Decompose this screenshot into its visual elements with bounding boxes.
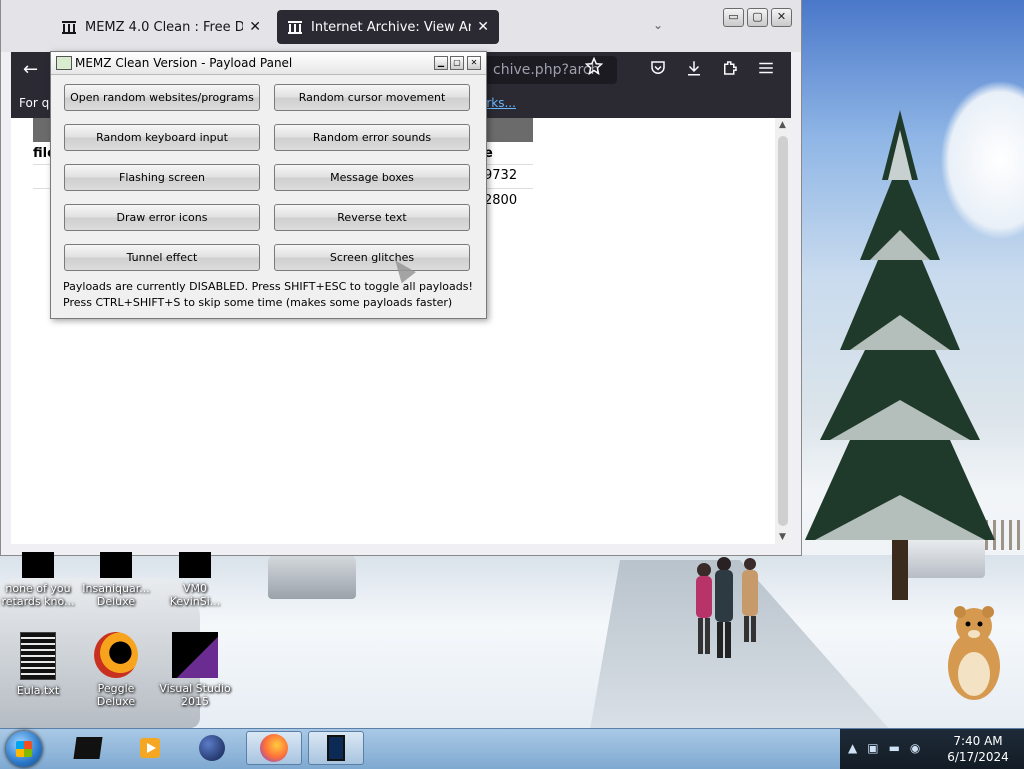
payload-button-error-sounds[interactable]: Random error sounds — [274, 124, 470, 151]
toolbar-icons — [649, 59, 775, 77]
tab-label: MEMZ 4.0 Clean : Free Download — [85, 19, 244, 35]
file-size: 2800 — [484, 193, 518, 208]
clock-date: 6/17/2024 — [947, 750, 1009, 764]
action-center-icon[interactable]: ▣ — [867, 741, 878, 755]
tab-memz-download[interactable]: MEMZ 4.0 Clean : Free Download ✕ — [51, 10, 271, 44]
system-tray: ▲ ▣ ▬ ◉ 7:40 AM 6/17/2024 — [840, 729, 1024, 769]
taskbar-item-globe-app[interactable] — [184, 731, 240, 765]
taskbar-item-media-player[interactable] — [122, 731, 178, 765]
window-title: MEMZ Clean Version - Payload Panel — [75, 56, 293, 70]
desktop-icon-peggle[interactable]: Peggle Deluxe — [78, 632, 154, 708]
payload-button-error-icons[interactable]: Draw error icons — [64, 204, 260, 231]
firefox-icon — [260, 734, 288, 762]
close-icon[interactable]: ✕ — [477, 19, 489, 35]
globe-icon — [199, 735, 225, 761]
payload-button-cursor-movement[interactable]: Random cursor movement — [274, 84, 470, 111]
desktop-icon-visual-studio[interactable]: Visual Studio 2015 — [157, 632, 233, 708]
chevron-down-icon[interactable]: ⌄ — [653, 18, 663, 32]
payload-button-flashing-screen[interactable]: Flashing screen — [64, 164, 260, 191]
media-player-icon — [140, 738, 160, 758]
extensions-icon[interactable] — [721, 59, 739, 77]
payload-button-tunnel-effect[interactable]: Tunnel effect — [64, 244, 260, 271]
peggle-icon — [94, 632, 138, 678]
file-size: 9732 — [484, 168, 518, 183]
clock-time: 7:40 AM — [953, 734, 1003, 748]
file-icon — [22, 552, 54, 578]
app-icon — [73, 737, 103, 759]
desktop-icon-label: KevinSi... — [169, 595, 221, 608]
show-hidden-icons-arrow-icon[interactable]: ▲ — [848, 741, 857, 755]
back-arrow-icon[interactable]: ← — [23, 59, 38, 80]
app-icon — [56, 56, 72, 70]
close-button[interactable]: ✕ — [467, 56, 481, 70]
desktop-icon-label: retards kno... — [1, 595, 75, 608]
download-icon[interactable] — [685, 59, 703, 77]
payload-button-keyboard-input[interactable]: Random keyboard input — [64, 124, 260, 151]
desktop-icon-label: none of you — [5, 582, 71, 595]
tab-strip: MEMZ 4.0 Clean : Free Download ✕ Interne… — [1, 0, 801, 52]
archive-icon — [288, 21, 302, 34]
desktop-icon-label: Insaniquar... — [82, 582, 150, 595]
taskbar-item-memz[interactable] — [308, 731, 364, 765]
window-controls: ▭ ▢ ✕ — [723, 8, 792, 27]
desktop-icon-label: Deluxe — [96, 595, 136, 608]
scrollbar-thumb[interactable] — [778, 136, 788, 526]
payload-status-note: Payloads are currently DISABLED. Press S… — [63, 280, 473, 293]
payload-button-message-boxes[interactable]: Message boxes — [274, 164, 470, 191]
bookmark-star-icon[interactable] — [585, 57, 603, 75]
volume-icon[interactable]: ◉ — [910, 741, 920, 755]
close-icon[interactable]: ✕ — [249, 19, 261, 35]
maximize-button[interactable]: ▢ — [450, 56, 464, 70]
desktop-icon-label: Peggle Deluxe — [96, 682, 136, 708]
menu-icon[interactable] — [757, 59, 775, 77]
desktop-icon-insaniquarium[interactable]: Insaniquar... Deluxe — [78, 552, 154, 608]
game-icon — [100, 552, 132, 578]
payload-button-open-websites[interactable]: Open random websites/programs — [64, 84, 260, 111]
start-button[interactable] — [6, 731, 42, 767]
system-clock[interactable]: 7:40 AM 6/17/2024 — [944, 733, 1012, 765]
tab-internet-archive[interactable]: Internet Archive: View Archive ✕ — [277, 10, 499, 44]
scroll-up-arrow-icon[interactable]: ▲ — [779, 120, 786, 130]
minimize-button[interactable]: ▁ — [434, 56, 448, 70]
tab-label: Internet Archive: View Archive — [311, 19, 472, 35]
maximize-button[interactable]: ▢ — [747, 8, 768, 27]
pocket-icon[interactable] — [649, 59, 667, 77]
taskbar: ▲ ▣ ▬ ◉ 7:40 AM 6/17/2024 — [0, 728, 1024, 769]
desktop-icon-label: VM0 — [182, 582, 207, 595]
vertical-scrollbar[interactable]: ▲ ▼ — [775, 118, 791, 544]
desktop-icon-label: 2015 — [181, 695, 209, 708]
text-file-icon — [20, 632, 56, 680]
wallpaper-people — [696, 557, 758, 658]
desktop-icon-text-file[interactable]: none of you retards kno... — [0, 552, 76, 608]
tray-icons: ▲ ▣ ▬ ◉ — [848, 741, 920, 755]
hamster-mascot — [948, 606, 1000, 700]
visual-studio-icon — [172, 632, 218, 678]
memz-titlebar[interactable]: MEMZ Clean Version - Payload Panel ▁ ▢ ✕ — [51, 52, 486, 75]
wallpaper-car — [268, 553, 356, 599]
desktop-icon-label: Eula.txt — [16, 684, 60, 697]
memz-payload-panel: MEMZ Clean Version - Payload Panel ▁ ▢ ✕… — [50, 51, 487, 319]
desktop-icon-eula[interactable]: Eula.txt — [0, 632, 76, 697]
wallpaper-fir-tree — [805, 110, 995, 600]
payload-button-screen-glitches[interactable]: Screen glitches — [274, 244, 470, 271]
close-button[interactable]: ✕ — [771, 8, 792, 27]
network-icon[interactable]: ▬ — [889, 741, 900, 755]
desktop-icon-label: Visual Studio — [159, 682, 231, 695]
archive-icon — [62, 21, 76, 34]
scroll-down-arrow-icon[interactable]: ▼ — [779, 532, 786, 542]
memz-icon — [327, 735, 345, 761]
file-icon — [179, 552, 211, 578]
desktop-icon-vm[interactable]: VM0 KevinSi... — [157, 552, 233, 608]
payload-button-reverse-text[interactable]: Reverse text — [274, 204, 470, 231]
taskbar-item-firefox[interactable] — [246, 731, 302, 765]
payload-skip-note: Press CTRL+SHIFT+S to skip some time (ma… — [63, 296, 453, 309]
minimize-button[interactable]: ▭ — [723, 8, 744, 27]
taskbar-item-blackbox[interactable] — [60, 731, 116, 765]
